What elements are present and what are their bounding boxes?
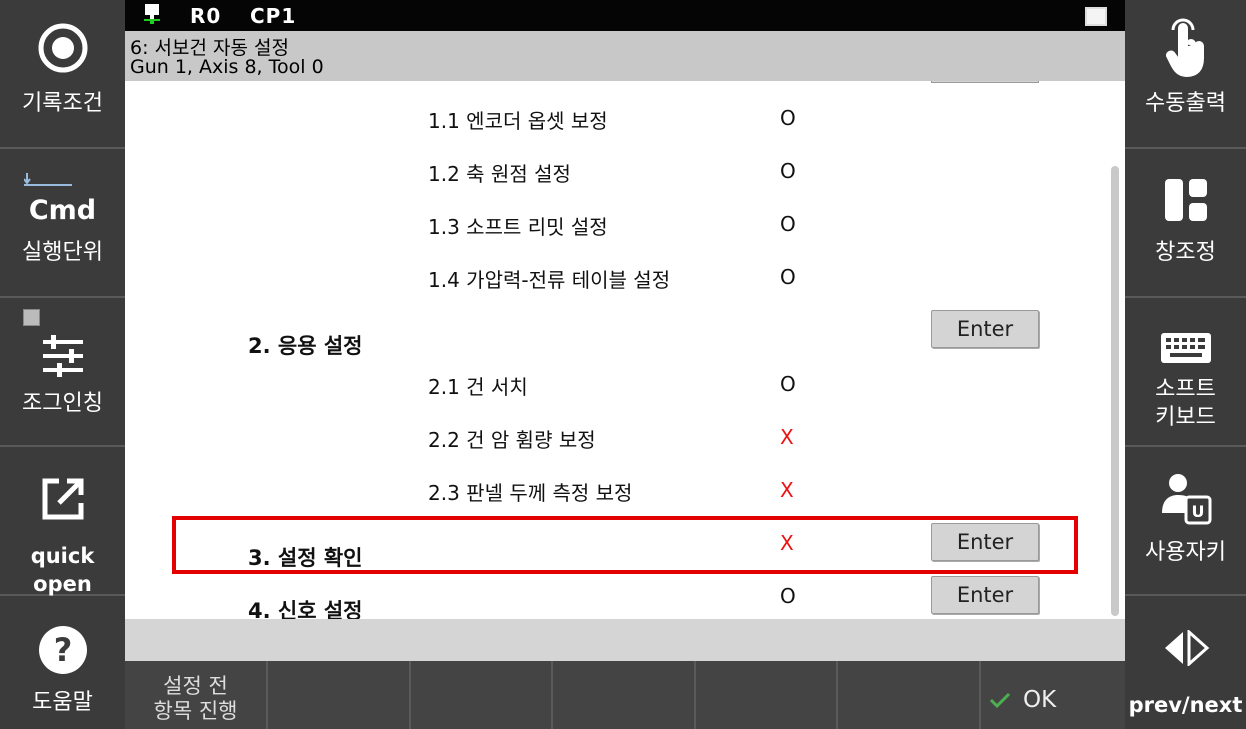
section-heading[interactable]: 2. 응용 설정 xyxy=(248,330,363,360)
user-key-button[interactable]: U 사용자키 xyxy=(1125,447,1246,596)
left-side-menu: 기록조건 Cmd 실행단위 조그인칭 quick open ? 도움말 xyxy=(0,0,125,729)
notebook-icon[interactable] xyxy=(1085,7,1107,26)
status-mark: O xyxy=(780,584,796,608)
status-mark: O xyxy=(780,159,796,183)
function-key-6[interactable] xyxy=(838,661,981,729)
enter-button[interactable]: Enter xyxy=(931,576,1039,614)
proceed-pre-setting-button[interactable]: 설정 전 항목 진행 xyxy=(125,661,268,729)
manual-output-label: 수동출력 xyxy=(1145,91,1226,116)
quick-open-button[interactable]: quick open xyxy=(0,447,125,596)
record-circle-icon xyxy=(38,23,87,73)
status-mark: O xyxy=(780,212,796,236)
help-label: 도움말 xyxy=(32,690,93,715)
prev-next-icon xyxy=(1164,630,1209,666)
jog-inching-button[interactable]: 조그인칭 xyxy=(0,298,125,447)
section-heading[interactable]: 4. 신호 설정 xyxy=(248,595,363,619)
quick-open-label: quick open xyxy=(30,544,95,596)
list-item[interactable]: 1.2 축 원점 설정 xyxy=(428,158,571,187)
svg-text:U: U xyxy=(1191,502,1204,521)
list-item[interactable]: 1.3 소프트 리밋 설정 xyxy=(428,211,608,240)
list-item[interactable]: 2.1 건 서치 xyxy=(428,371,528,400)
ok-label: OK xyxy=(1023,687,1057,713)
window-layout-icon xyxy=(1164,179,1207,221)
window-adjust-label: 창조정 xyxy=(1155,240,1216,265)
message-strip xyxy=(125,619,1125,661)
connection-pc-icon xyxy=(144,4,160,24)
list-item[interactable]: 1.4 가압력-전류 테이블 설정 xyxy=(428,264,670,293)
vertical-scrollbar[interactable] xyxy=(1111,166,1119,616)
help-button[interactable]: ? 도움말 xyxy=(0,596,125,729)
soft-keyboard-label-line2: 키보드 xyxy=(1155,405,1216,430)
record-condition-button[interactable]: 기록조건 xyxy=(0,0,125,149)
hand-pointer-icon xyxy=(1165,18,1204,78)
teach-pendant-screen: 기록조건 Cmd 실행단위 조그인칭 quick open ? 도움말 R0 C… xyxy=(0,0,1246,729)
status-mark: X xyxy=(780,478,794,502)
external-link-icon xyxy=(42,478,83,520)
screen-title-line2: Gun 1, Axis 8, Tool 0 xyxy=(130,56,324,78)
function-key-3[interactable] xyxy=(411,661,553,729)
exec-unit-label: 실행단위 xyxy=(22,240,103,265)
manual-output-button[interactable]: 수동출력 xyxy=(1125,0,1246,149)
status-mark: O xyxy=(780,265,796,289)
keyboard-icon xyxy=(1160,333,1211,363)
proceed-pre-setting-line1: 설정 전 xyxy=(163,674,228,698)
record-condition-label: 기록조건 xyxy=(22,91,103,116)
exec-unit-button[interactable]: Cmd 실행단위 xyxy=(0,149,125,298)
status-mark: O xyxy=(780,372,796,396)
list-item[interactable]: 2.3 판넬 두께 측정 보정 xyxy=(428,477,632,506)
right-side-menu: 수동출력 창조정 소프트 키보드 U 사용자키 prev/next xyxy=(1125,0,1246,729)
program-name: CP1 xyxy=(250,4,297,28)
prev-next-label: prev/next xyxy=(1128,693,1243,717)
function-key-bar: 설정 전 항목 진행 OK xyxy=(125,661,1125,729)
screen-title: 6: 서보건 자동 설정 Gun 1, Axis 8, Tool 0 xyxy=(125,31,1125,81)
svg-text:?: ? xyxy=(53,631,72,669)
partial-section-heading xyxy=(245,81,375,87)
soft-keyboard-label-line1: 소프트 xyxy=(1155,377,1216,402)
cmd-icon: Cmd xyxy=(28,195,97,226)
step-marker-icon xyxy=(24,173,72,186)
user-key-icon: U xyxy=(1161,474,1211,525)
ok-button[interactable]: OK xyxy=(981,661,1125,729)
robot-number: R0 xyxy=(190,4,222,28)
status-mark: X xyxy=(780,425,794,449)
status-mark: O xyxy=(780,106,796,130)
list-item[interactable]: 2.2 건 암 휨량 보정 xyxy=(428,424,596,453)
highlight-box xyxy=(172,516,1078,574)
help-icon: ? xyxy=(38,626,87,674)
soft-keyboard-button[interactable]: 소프트 키보드 xyxy=(1125,298,1246,447)
function-key-2[interactable] xyxy=(268,661,411,729)
settings-list: 1.1 엔코더 옵셋 보정 O 1.2 축 원점 설정 O 1.3 소프트 리밋… xyxy=(125,81,1125,619)
prev-next-button[interactable]: prev/next xyxy=(1125,596,1246,729)
user-key-label: 사용자키 xyxy=(1145,540,1226,565)
function-key-4[interactable] xyxy=(553,661,696,729)
status-bar: R0 CP1 xyxy=(125,0,1125,31)
enter-button[interactable]: Enter xyxy=(931,310,1039,348)
check-icon xyxy=(989,692,1011,709)
sliders-icon xyxy=(42,335,83,377)
jog-inching-checkbox[interactable] xyxy=(23,309,40,326)
window-adjust-button[interactable]: 창조정 xyxy=(1125,149,1246,298)
enter-button-partial[interactable] xyxy=(931,81,1039,83)
function-key-5[interactable] xyxy=(696,661,838,729)
proceed-pre-setting-line2: 항목 진행 xyxy=(153,699,238,723)
list-item[interactable]: 1.1 엔코더 옵셋 보정 xyxy=(428,105,608,134)
jog-inching-label: 조그인칭 xyxy=(22,391,103,416)
